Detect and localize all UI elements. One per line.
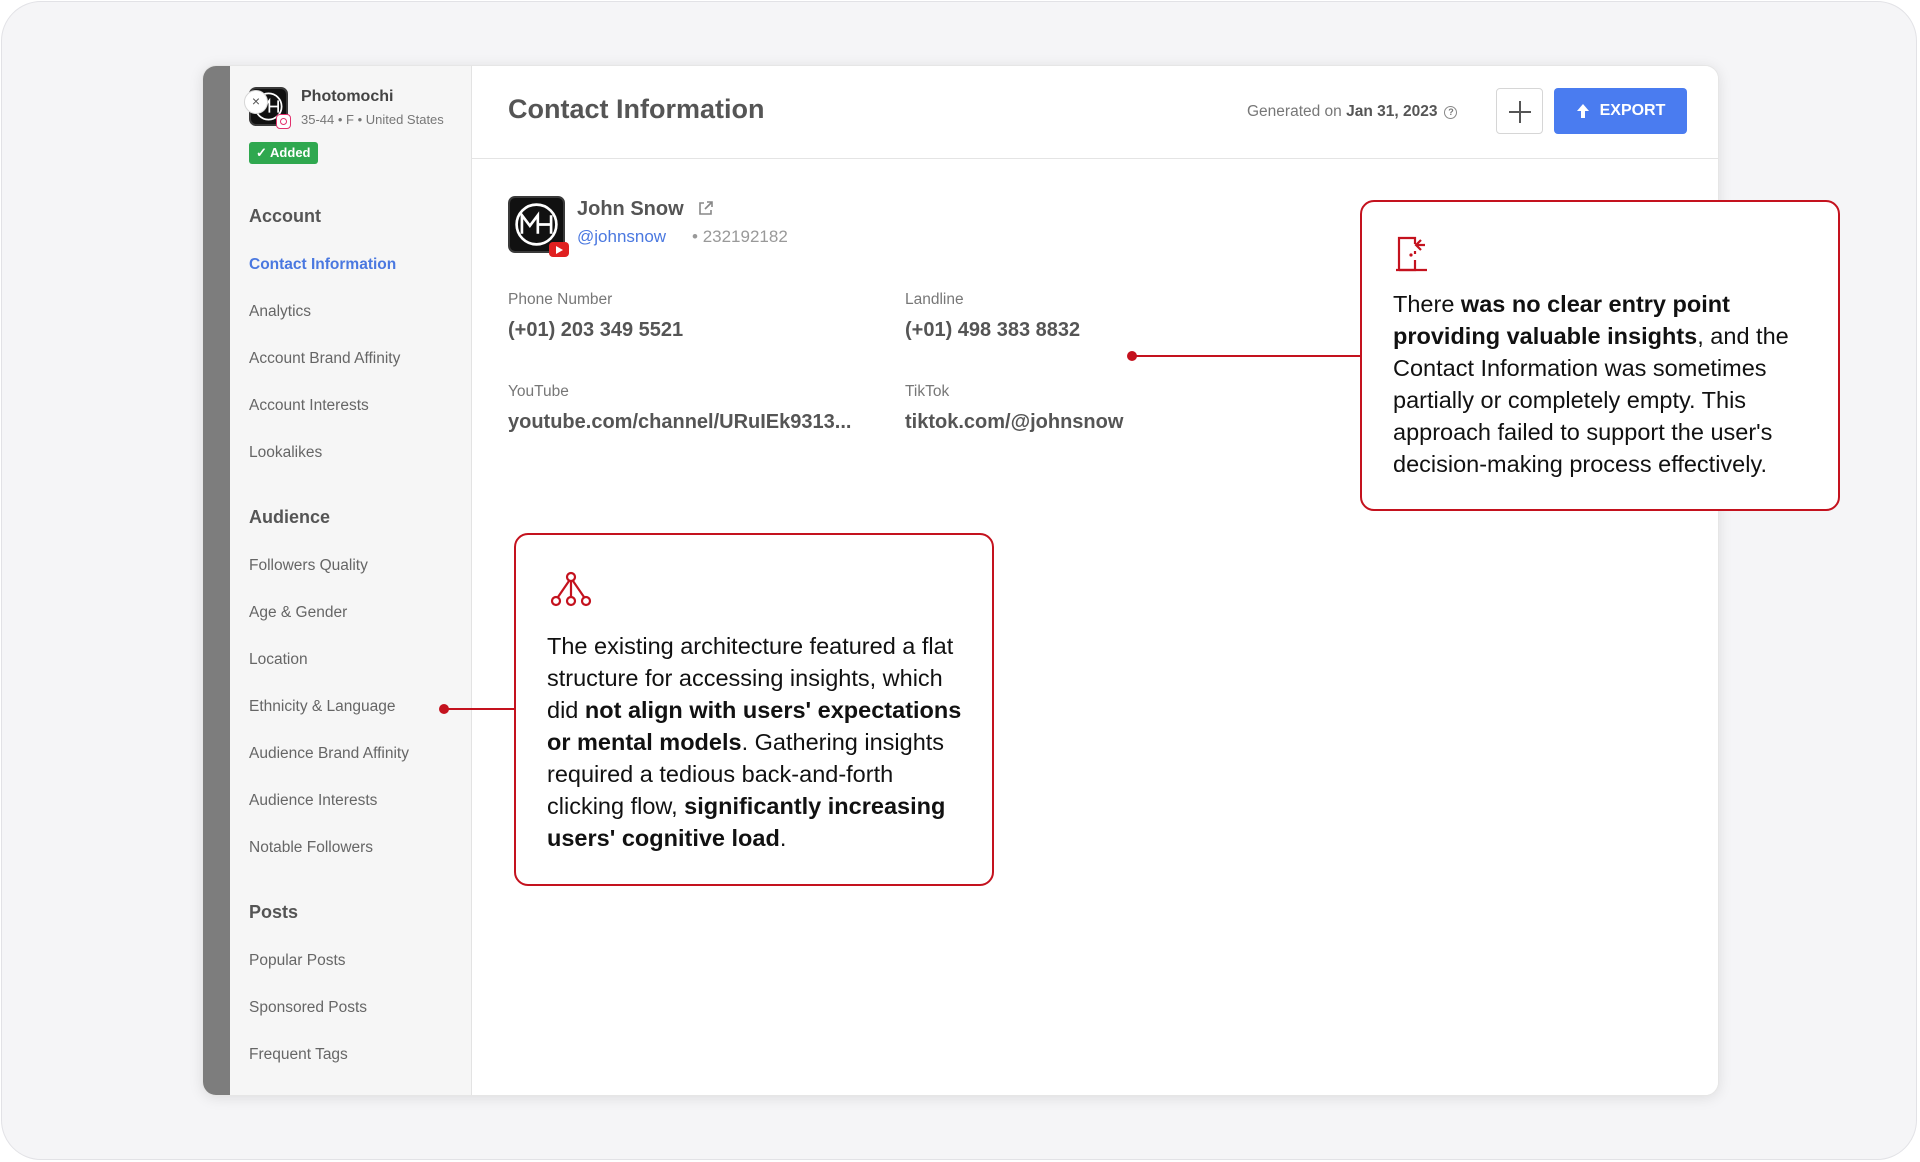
page-title: Contact Information [508,94,765,124]
sidebar-item-audience-interests[interactable]: Audience Interests [249,792,377,810]
check-icon: ✓ [256,145,267,160]
sidebar-item-frequent-tags[interactable]: Frequent Tags [249,1046,348,1064]
callout-entry-point: There was no clear entry point providing… [1360,200,1840,511]
hierarchy-icon [550,571,592,607]
callout-entry-point-text: There was no clear entry point providing… [1393,288,1813,480]
contact-id-value: 232192182 [702,227,788,246]
added-badge-label: Added [270,145,311,160]
nav-section-audience: Audience [249,507,331,527]
sidebar-item-contact-information[interactable]: Contact Information [249,256,396,274]
sidebar-item-account-brand-affinity[interactable]: Account Brand Affinity [249,350,400,368]
phone-number-value: (+01) 203 349 5521 [508,319,684,341]
sidebar-item-notable-followers[interactable]: Notable Followers [249,839,373,857]
sidebar-item-ethnicity-language[interactable]: Ethnicity & Language [249,698,396,716]
landline-label: Landline [905,291,964,308]
callout-text-part: . [779,825,787,851]
help-icon[interactable]: ? [1444,106,1458,119]
sidebar-item-audience-brand-affinity[interactable]: Audience Brand Affinity [249,745,409,763]
user-avatar [508,196,569,257]
export-button[interactable]: EXPORT [1554,88,1687,134]
nav-section-account: Account [249,206,321,226]
contact-handle[interactable]: @johnsnow [577,227,666,247]
sidebar-item-account-interests[interactable]: Account Interests [249,397,369,415]
generated-date: Jan 31, 2023 [1346,103,1438,120]
header-bar: Contact Information Generated on Jan 31,… [472,66,1718,159]
landline-value: (+01) 498 383 8832 [905,319,1081,341]
generated-prefix: Generated on [1247,103,1342,120]
add-button[interactable] [1496,88,1543,134]
callout-architecture-text: The existing architecture featured a fla… [547,630,972,854]
youtube-icon [549,242,569,257]
sidebar-item-location[interactable]: Location [249,651,308,669]
youtube-value[interactable]: youtube.com/channel/URuIEk9313... [508,411,851,434]
sidebar-item-analytics[interactable]: Analytics [249,303,311,321]
tiktok-value[interactable]: tiktok.com/@johnsnow [905,411,1123,434]
generated-on: Generated on Jan 31, 2023? [1247,103,1458,121]
sidebar-item-popular-posts[interactable]: Popular Posts [249,952,346,970]
sidebar-item-lookalikes[interactable]: Lookalikes [249,444,322,462]
contact-name: John Snow [577,198,684,220]
contact-id: • 232192182 [692,227,788,247]
close-icon[interactable]: × [244,90,268,114]
sidebar-item-age-gender[interactable]: Age & Gender [249,604,347,622]
callout-text-part: There [1393,291,1461,317]
left-overlay-stripe [203,66,230,1095]
id-separator: • [692,227,698,246]
annotation-connector [444,708,515,710]
sidebar: × Photomochi 35-44 • F • United States ✓… [230,66,472,1095]
tiktok-label: TikTok [905,383,950,400]
nav-section-posts: Posts [249,902,299,922]
profile-name: Photomochi [301,88,394,105]
exit-door-icon [1396,236,1427,272]
export-label: EXPORT [1599,102,1666,119]
upload-arrow-icon [1576,104,1589,118]
sidebar-item-sponsored-posts[interactable]: Sponsored Posts [249,999,367,1017]
callout-architecture: The existing architecture featured a fla… [514,533,994,886]
sidebar-item-followers-quality[interactable]: Followers Quality [249,557,368,575]
profile-meta: 35-44 • F • United States [301,112,444,127]
external-link-icon[interactable] [697,200,714,217]
added-badge[interactable]: ✓ Added [249,142,318,164]
annotation-connector [1132,355,1361,357]
youtube-label: YouTube [508,383,569,400]
phone-number-label: Phone Number [508,291,613,308]
instagram-icon [276,114,291,129]
